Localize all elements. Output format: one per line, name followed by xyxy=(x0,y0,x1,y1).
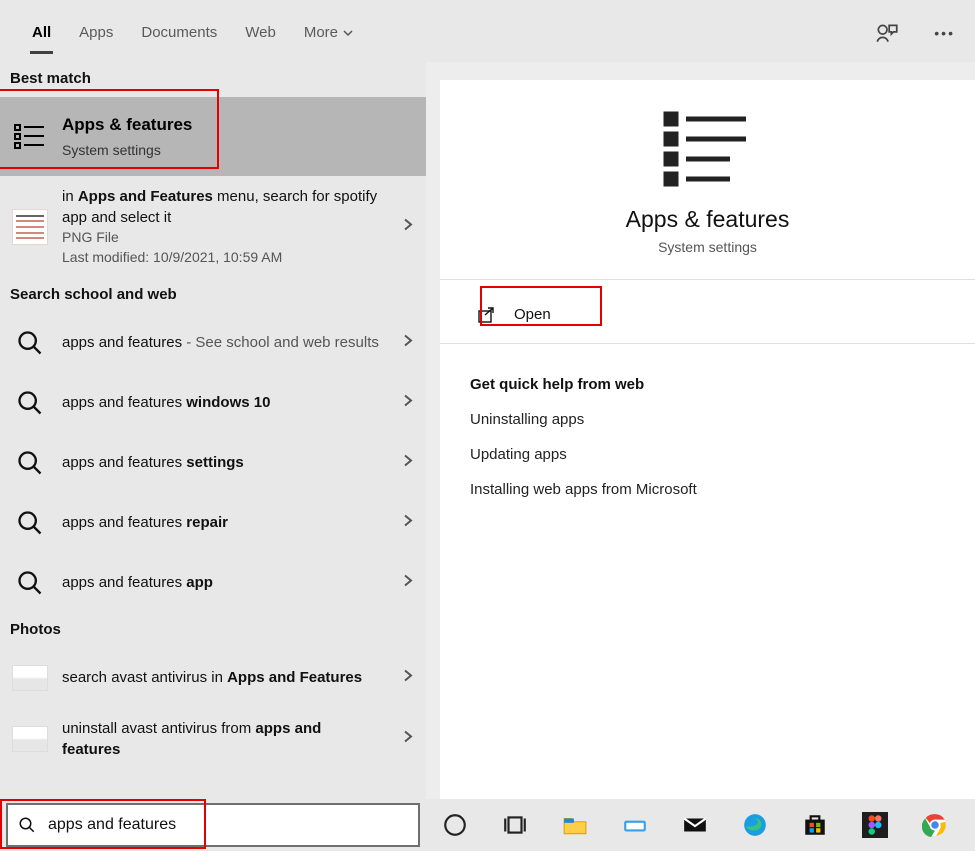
taskbar xyxy=(426,799,975,851)
detail-subtitle: System settings xyxy=(470,239,945,255)
help-link[interactable]: Updating apps xyxy=(470,446,945,463)
best-match-subtitle: System settings xyxy=(62,141,382,161)
file-result-modified: Last modified: 10/9/2021, 10:59 AM xyxy=(62,248,382,268)
chevron-right-icon[interactable] xyxy=(402,453,414,472)
photo-result[interactable]: search avast antivirus in Apps and Featu… xyxy=(0,648,426,708)
search-bar-wrap xyxy=(0,799,426,851)
search-filter-tabs: All Apps Documents Web More ••• xyxy=(0,0,975,62)
task-view-icon[interactable] xyxy=(500,810,530,840)
file-result-png[interactable]: in Apps and Features menu, search for sp… xyxy=(0,176,426,277)
search-icon xyxy=(10,383,50,423)
tab-all[interactable]: All xyxy=(18,20,65,53)
search-icon xyxy=(10,323,50,363)
chevron-down-icon xyxy=(342,27,354,39)
photo-thumbnail-icon xyxy=(10,719,50,759)
chevron-right-icon[interactable] xyxy=(402,217,414,236)
help-link[interactable]: Installing web apps from Microsoft xyxy=(470,481,945,498)
web-result[interactable]: apps and features windows 10 xyxy=(0,373,426,433)
mail-icon[interactable] xyxy=(680,810,710,840)
web-result[interactable]: apps and features - See school and web r… xyxy=(0,313,426,373)
chrome-icon[interactable] xyxy=(920,810,950,840)
chevron-right-icon[interactable] xyxy=(402,333,414,352)
section-best-match: Best match xyxy=(0,62,426,97)
chevron-right-icon[interactable] xyxy=(402,729,414,748)
detail-title: Apps & features xyxy=(470,206,945,233)
microsoft-store-icon[interactable] xyxy=(800,810,830,840)
search-icon xyxy=(10,503,50,543)
edge-browser-icon[interactable] xyxy=(740,810,770,840)
file-explorer-icon[interactable] xyxy=(560,810,590,840)
detail-panel: Apps & features System settings Open Get… xyxy=(426,62,975,799)
tab-apps[interactable]: Apps xyxy=(65,20,127,53)
file-result-line: in Apps and Features menu, search for sp… xyxy=(62,188,377,226)
open-button[interactable]: Open xyxy=(470,292,577,337)
chevron-right-icon[interactable] xyxy=(402,513,414,532)
open-label: Open xyxy=(514,306,551,323)
chevron-right-icon[interactable] xyxy=(402,393,414,412)
feedback-icon[interactable] xyxy=(872,18,902,48)
search-icon xyxy=(10,443,50,483)
help-heading: Get quick help from web xyxy=(470,376,945,393)
web-result[interactable]: apps and features app xyxy=(0,553,426,613)
apps-features-icon xyxy=(10,117,50,157)
search-results-panel: Best match Apps & features System settin… xyxy=(0,62,426,799)
search-icon xyxy=(18,816,36,834)
help-link[interactable]: Uninstalling apps xyxy=(470,411,945,428)
best-match-title: Apps & features xyxy=(62,113,382,137)
web-result[interactable]: apps and features repair xyxy=(0,493,426,553)
section-photos: Photos xyxy=(0,613,426,648)
chevron-right-icon[interactable] xyxy=(402,668,414,687)
chevron-right-icon[interactable] xyxy=(402,573,414,592)
section-search-web: Search school and web xyxy=(0,278,426,313)
cortana-icon[interactable] xyxy=(440,810,470,840)
png-thumbnail-icon xyxy=(10,207,50,247)
keyboard-app-icon[interactable] xyxy=(620,810,650,840)
open-external-icon xyxy=(478,307,496,323)
photo-thumbnail-icon xyxy=(10,658,50,698)
tab-more[interactable]: More xyxy=(290,20,368,53)
search-icon xyxy=(10,563,50,603)
photo-result[interactable]: uninstall avast antivirus from apps and … xyxy=(0,708,426,770)
figma-icon[interactable] xyxy=(860,810,890,840)
tab-more-label: More xyxy=(304,24,338,41)
overflow-menu[interactable]: ••• xyxy=(926,19,963,47)
file-result-type: PNG File xyxy=(62,228,382,248)
search-box[interactable] xyxy=(6,803,420,847)
tab-web[interactable]: Web xyxy=(231,20,290,53)
web-result[interactable]: apps and features settings xyxy=(0,433,426,493)
tab-documents[interactable]: Documents xyxy=(127,20,231,53)
search-input[interactable] xyxy=(48,816,418,834)
best-match-result[interactable]: Apps & features System settings xyxy=(0,97,426,176)
divider xyxy=(440,343,975,344)
apps-features-large-icon xyxy=(470,108,945,188)
